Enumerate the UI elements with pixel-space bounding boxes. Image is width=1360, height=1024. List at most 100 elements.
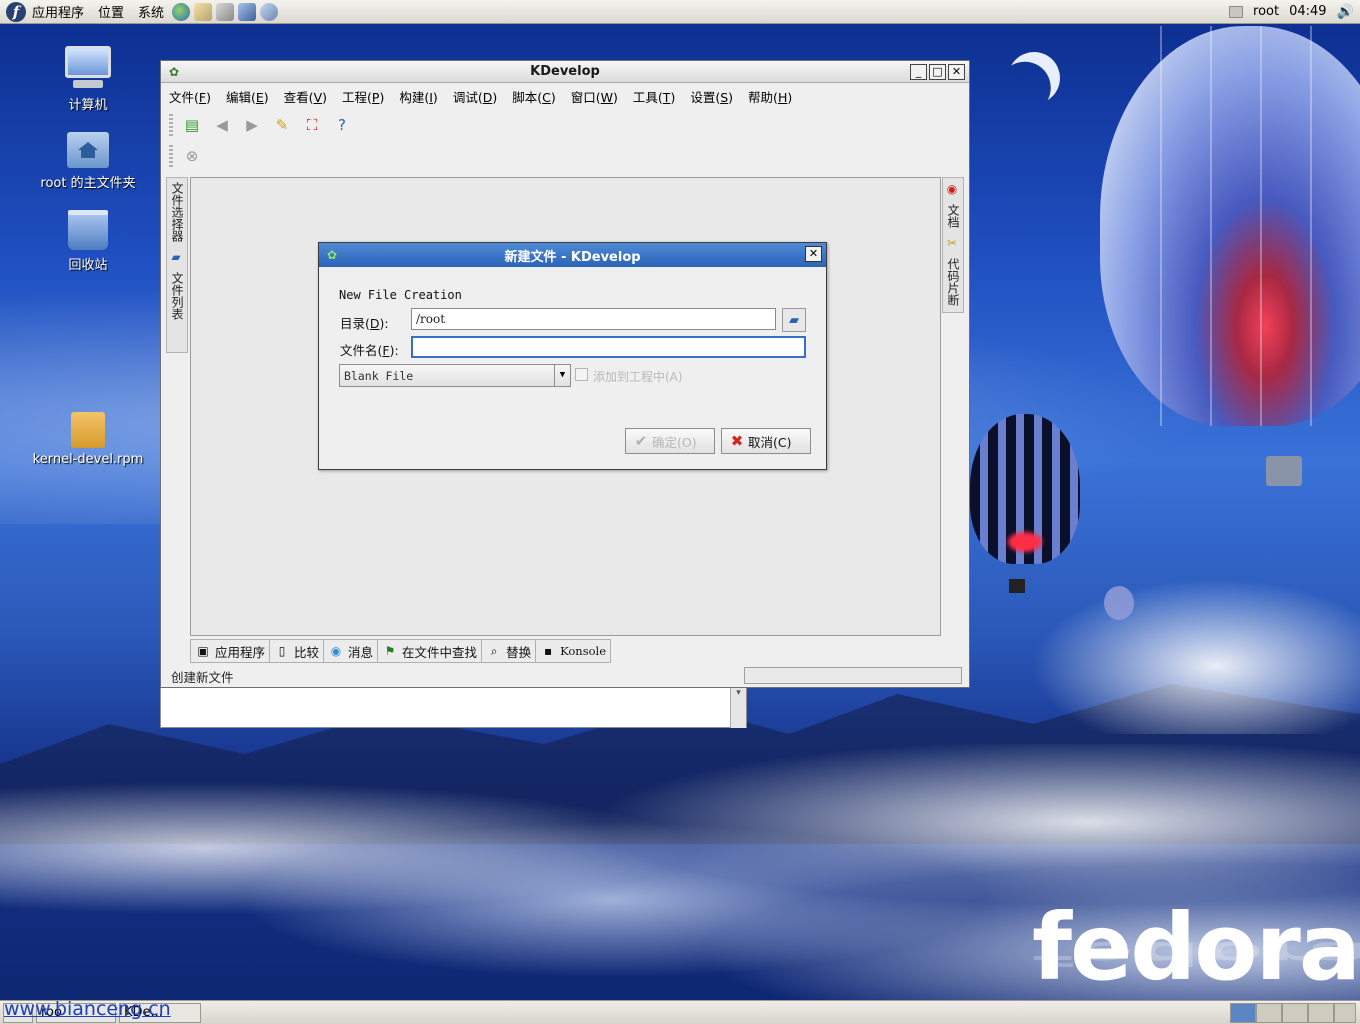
- clock[interactable]: 04:49: [1289, 4, 1326, 19]
- workspace-3[interactable]: [1282, 1002, 1308, 1023]
- directory-label: 目录(D):: [340, 316, 389, 331]
- add-to-project-checkbox[interactable]: [575, 368, 588, 381]
- lower-text-pane[interactable]: ▾: [160, 688, 747, 728]
- window-titlebar[interactable]: ✿ KDevelop _ □ ✕: [161, 61, 969, 83]
- bottom-panel: roo KDe...: [0, 1000, 1360, 1024]
- add-to-project-label: 添加到工程中(A): [593, 370, 683, 384]
- status-text: 创建新文件: [171, 669, 234, 685]
- editor-launcher-icon[interactable]: [216, 2, 235, 21]
- volume-icon[interactable]: 🔊: [1337, 4, 1354, 20]
- minimize-button[interactable]: _: [910, 63, 927, 80]
- terminal-icon: ▣: [197, 644, 209, 658]
- watermark: www.bianceng.cn: [4, 998, 171, 1020]
- tab-find-in-files[interactable]: ⚑ 在文件中查找: [377, 639, 483, 663]
- menu-debug[interactable]: 调试(D): [453, 87, 497, 106]
- workspace-1[interactable]: [1230, 1002, 1256, 1023]
- dialog-close-button[interactable]: ✕: [805, 246, 822, 262]
- tab-file-list[interactable]: 文件列表: [167, 268, 188, 324]
- file-template-select[interactable]: Blank File ▼: [339, 364, 571, 387]
- ok-button[interactable]: ✔ 确定(O): [625, 428, 715, 454]
- presentation-launcher-icon[interactable]: [238, 2, 257, 21]
- desktop-icon-label: root 的主文件夹: [40, 176, 136, 191]
- kdevelop-app-icon: ✿: [326, 248, 338, 262]
- menu-edit[interactable]: 编辑(E): [226, 87, 269, 106]
- folder-icon: ▰: [169, 250, 183, 264]
- menu-project[interactable]: 工程(P): [342, 87, 384, 106]
- tab-replace[interactable]: ⌕ 替换: [481, 639, 537, 663]
- hot-air-balloon-large: [1100, 26, 1360, 426]
- menu-system[interactable]: 系统: [138, 2, 164, 21]
- new-file-icon[interactable]: ✎: [269, 113, 295, 137]
- menu-tools[interactable]: 工具(T): [633, 87, 675, 106]
- menu-window[interactable]: 窗口(W): [571, 87, 618, 106]
- forward-icon[interactable]: ▶: [239, 113, 265, 137]
- package-icon: [71, 412, 105, 448]
- menu-script[interactable]: 脚本(C): [512, 87, 556, 106]
- help-icon: ◉: [945, 182, 959, 196]
- maximize-button[interactable]: □: [929, 63, 946, 80]
- tab-application[interactable]: ▣ 应用程序: [190, 639, 271, 663]
- desktop-icon-rpm[interactable]: kernel-devel.rpm: [28, 412, 148, 467]
- filename-field[interactable]: [411, 336, 806, 358]
- menu-build[interactable]: 构建(I): [399, 87, 437, 106]
- back-icon[interactable]: ◀: [209, 113, 235, 137]
- tab-konsole[interactable]: ▪ Konsole: [535, 639, 611, 663]
- dialog-title: 新建文件 - KDevelop: [504, 249, 641, 265]
- menu-settings[interactable]: 设置(S): [690, 87, 733, 106]
- messages-icon: ◉: [330, 644, 342, 658]
- tab-messages[interactable]: ◉ 消息: [323, 639, 379, 663]
- konsole-icon: ▪: [544, 644, 553, 658]
- directory-field[interactable]: /root: [411, 308, 776, 330]
- cloud-bank: [1000, 564, 1360, 734]
- document-icon: ▯: [278, 644, 286, 658]
- balloon-basket-small: [1009, 579, 1025, 593]
- status-progress: [744, 667, 962, 684]
- scrollbar[interactable]: ▾: [730, 688, 746, 728]
- replace-icon: ⌕: [490, 644, 498, 658]
- tab-diff[interactable]: ▯ 比较: [269, 639, 325, 663]
- check-icon: ✔: [634, 432, 648, 450]
- trash-applet-icon[interactable]: [1334, 1002, 1356, 1023]
- window-title: KDevelop: [530, 64, 600, 79]
- tab-code-snippets[interactable]: 代码片断: [943, 254, 964, 310]
- status-bar: 创建新文件: [161, 664, 969, 688]
- menu-applications[interactable]: 应用程序: [32, 2, 84, 21]
- trash-icon: [68, 210, 108, 250]
- open-project-icon[interactable]: ▤: [179, 113, 205, 137]
- computer-icon: [65, 46, 111, 90]
- stop-icon[interactable]: ⊗: [179, 144, 205, 168]
- hot-air-balloon-small: [1104, 586, 1134, 620]
- network-launcher-icon[interactable]: [260, 2, 279, 21]
- close-button[interactable]: ✕: [948, 63, 965, 80]
- menu-places[interactable]: 位置: [98, 2, 124, 21]
- workspace-2[interactable]: [1256, 1002, 1282, 1023]
- menu-help[interactable]: 帮助(H): [748, 87, 792, 106]
- menu-file[interactable]: 文件(F): [169, 87, 211, 106]
- kdevelop-app-icon[interactable]: ✿: [166, 64, 182, 80]
- desktop-icon-trash[interactable]: 回收站: [28, 210, 148, 273]
- chevron-down-icon[interactable]: ▼: [554, 365, 570, 386]
- whats-this-icon[interactable]: ?: [329, 113, 355, 137]
- menu-view[interactable]: 查看(V): [284, 87, 327, 106]
- tab-documentation[interactable]: 文档: [943, 200, 964, 232]
- keyboard-tray-icon[interactable]: [1229, 5, 1244, 18]
- new-file-dialog: ✿ 新建文件 - KDevelop ✕ New File Creation 目录…: [318, 242, 827, 470]
- desktop-icon-label: 回收站: [68, 258, 108, 273]
- cancel-button[interactable]: ✖ 取消(C): [721, 428, 811, 454]
- fedora-menu-icon[interactable]: f: [6, 1, 26, 22]
- main-toolbar: ▤ ◀ ▶ ✎ ⛶ ?: [161, 109, 969, 141]
- desktop-icon-computer[interactable]: 计算机: [28, 46, 148, 113]
- toolbar-grip[interactable]: [169, 145, 173, 167]
- tab-file-selector[interactable]: 文件选择器: [167, 178, 188, 246]
- web-browser-launcher-icon[interactable]: [172, 2, 191, 21]
- username-label[interactable]: root: [1253, 4, 1279, 19]
- toolbar-grip[interactable]: [169, 114, 173, 136]
- balloon-basket: [1266, 456, 1302, 486]
- mail-launcher-icon[interactable]: [194, 2, 213, 21]
- fullscreen-icon[interactable]: ⛶: [299, 113, 325, 137]
- desktop-icon-home[interactable]: root 的主文件夹: [28, 132, 148, 191]
- workspace-4[interactable]: [1308, 1002, 1334, 1023]
- browse-folder-button[interactable]: ▰: [782, 308, 806, 332]
- dialog-titlebar[interactable]: ✿ 新建文件 - KDevelop ✕: [319, 243, 826, 267]
- dialog-heading: New File Creation: [339, 288, 462, 302]
